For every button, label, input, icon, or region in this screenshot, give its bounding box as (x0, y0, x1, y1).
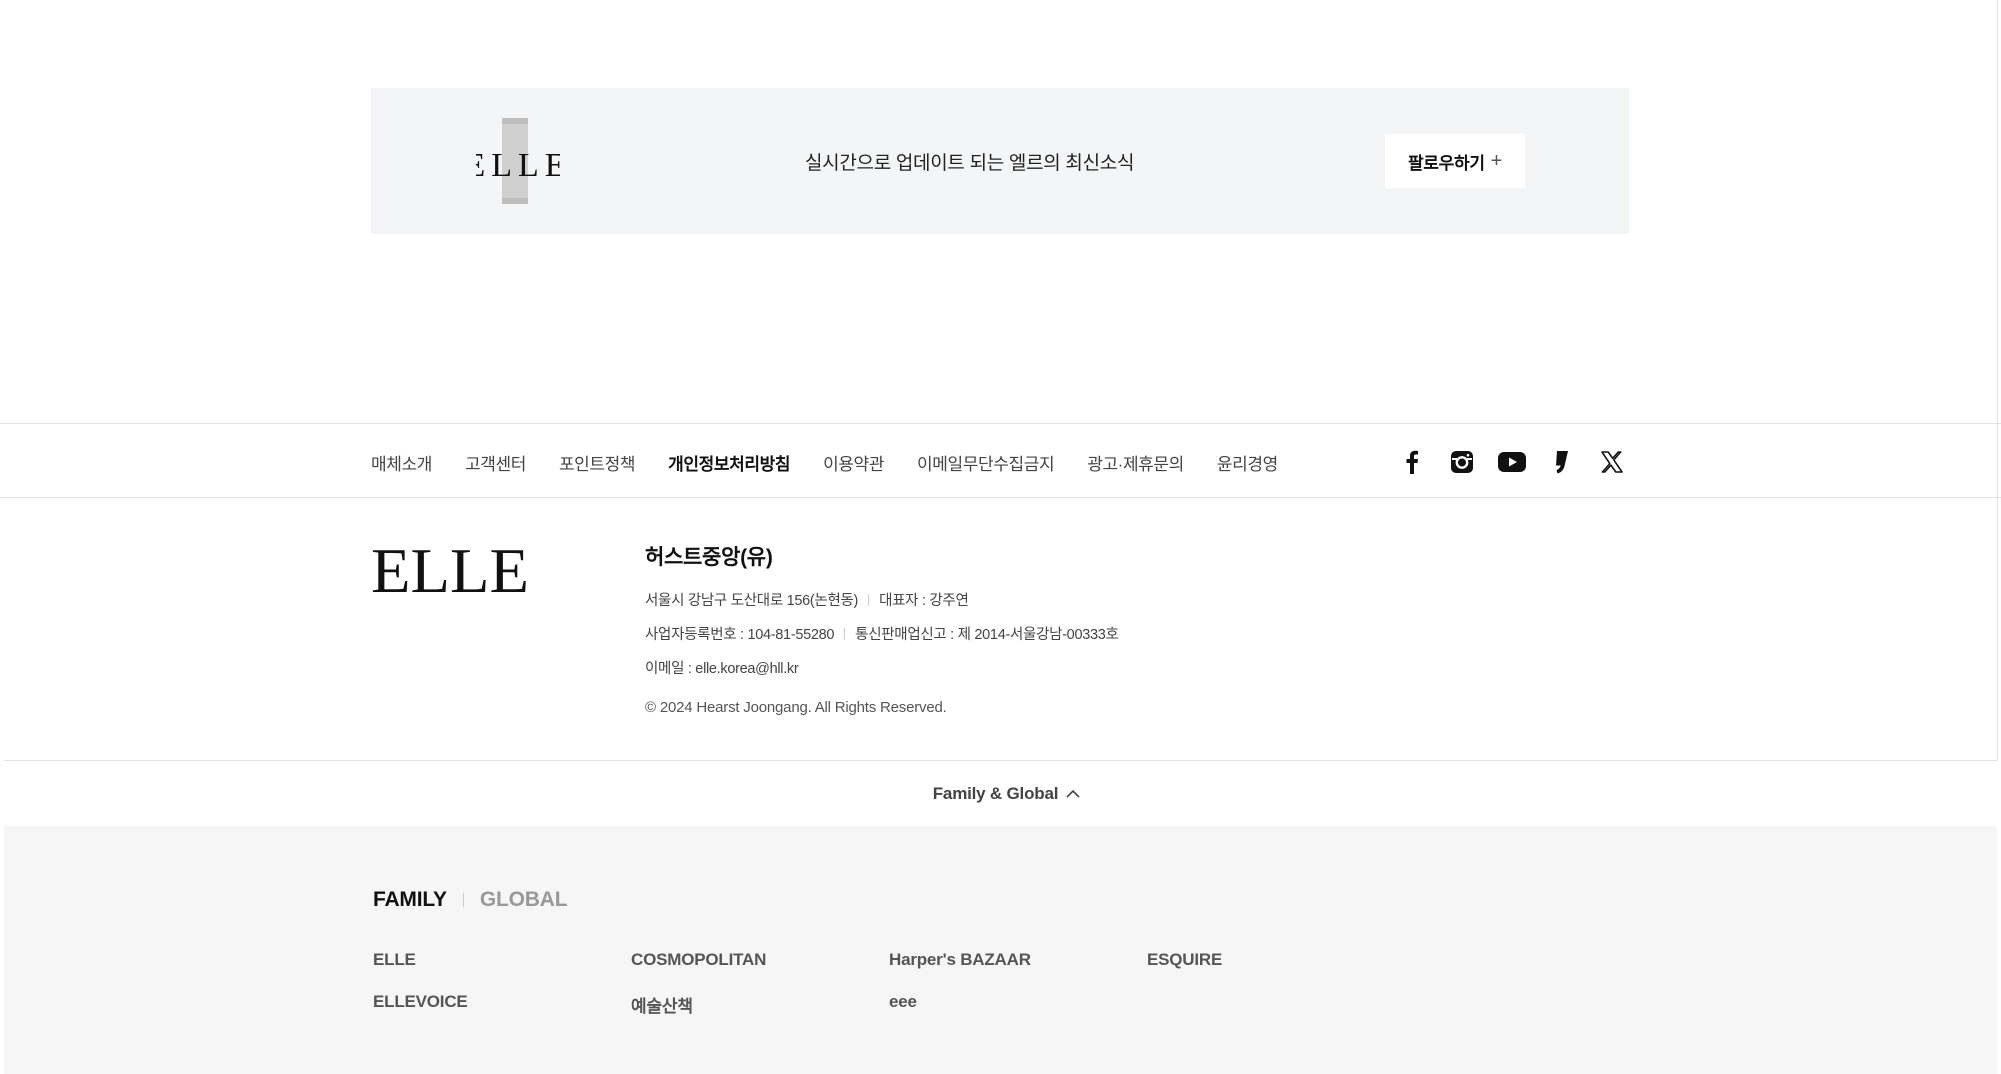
plus-icon: + (1490, 149, 1503, 172)
chevron-up-icon (1066, 789, 1080, 798)
family-link-art-walk[interactable]: 예술산책 (631, 992, 889, 1017)
footer-link-ethics[interactable]: 윤리경영 (1217, 450, 1278, 475)
company-address: 서울시 강남구 도산대로 156(논현동) (645, 593, 859, 609)
follow-banner: ELLE 실시간으로 업데이트 되는 엘르의 최신소식 팔로우하기 + (371, 88, 1629, 234)
page-right-border (1997, 0, 2001, 760)
business-number: 사업자등록번호 : 104-81-55280 (645, 627, 835, 643)
family-link-elle[interactable]: ELLE (373, 950, 631, 970)
company-address-line: 서울시 강남구 도산대로 156(논현동) 대표자 : 강주연 (645, 589, 1119, 610)
family-link-eee[interactable]: eee (889, 992, 1147, 1017)
tab-family[interactable]: FAMILY (373, 888, 447, 912)
follow-button[interactable]: 팔로우하기 + (1385, 134, 1525, 188)
x-twitter-icon[interactable] (1598, 448, 1626, 476)
footer-links: 매체소개 고객센터 포인트정책 개인정보처리방침 이용약관 이메일무단수집금지 … (371, 450, 1278, 475)
footer-link-media-intro[interactable]: 매체소개 (371, 450, 432, 475)
footer-nav: 매체소개 고객센터 포인트정책 개인정보처리방침 이용약관 이메일무단수집금지 … (0, 423, 2001, 498)
banner-message: 실시간으로 업데이트 되는 엘르의 최신소식 (805, 153, 1135, 174)
elle-banner-logo: ELLE (476, 118, 560, 204)
family-link-harpers-bazaar[interactable]: Harper's BAZAAR (889, 950, 1147, 970)
footer-link-customer-center[interactable]: 고객센터 (465, 450, 526, 475)
elle-footer-logo: ELLE (371, 538, 529, 596)
tab-divider (462, 893, 464, 907)
social-links (1398, 448, 1626, 476)
company-name: 허스트중앙(유) (645, 546, 773, 569)
mail-order-number: 통신판매업신고 : 제 2014-서울강남-00333호 (855, 627, 1119, 643)
tab-global[interactable]: GLOBAL (480, 888, 568, 912)
copyright: © 2024 Hearst Joongang. All Rights Reser… (645, 699, 947, 716)
facebook-icon[interactable] (1398, 448, 1426, 476)
follow-button-label: 팔로우하기 (1407, 153, 1485, 173)
instagram-icon[interactable] (1448, 448, 1476, 476)
footer-link-point-policy[interactable]: 포인트정책 (559, 450, 636, 475)
separator (868, 594, 870, 606)
company-email: 이메일 : elle.korea@hll.kr (645, 661, 799, 677)
naver-post-icon[interactable] (1548, 448, 1576, 476)
family-link-ellevoice[interactable]: ELLEVOICE (373, 992, 631, 1017)
footer-link-privacy-policy[interactable]: 개인정보처리방침 (668, 450, 790, 475)
company-info: 허스트중앙(유) 서울시 강남구 도산대로 156(논현동) 대표자 : 강주연 … (645, 541, 1119, 716)
family-tabs: FAMILY GLOBAL (373, 888, 568, 912)
separator (844, 628, 846, 640)
footer-link-ad-partnership[interactable]: 광고·제휴문의 (1087, 450, 1184, 475)
footer-link-email-policy[interactable]: 이메일무단수집금지 (917, 450, 1055, 475)
family-global-bar: Family & Global (4, 760, 1997, 826)
family-global-toggle[interactable]: Family & Global (921, 784, 1080, 804)
company-ceo: 대표자 : 강주연 (879, 593, 969, 609)
footer-logo-text: ELLE (371, 538, 529, 596)
family-link-cosmopolitan[interactable]: COSMOPOLITAN (631, 950, 889, 970)
family-link-esquire[interactable]: ESQUIRE (1147, 950, 1405, 970)
family-section: FAMILY GLOBAL ELLE COSMOPOLITAN Harper's… (4, 826, 1997, 1074)
family-global-label: Family & Global (932, 783, 1059, 803)
family-links: ELLE COSMOPOLITAN Harper's BAZAAR ESQUIR… (373, 950, 1405, 1017)
company-registration-line: 사업자등록번호 : 104-81-55280 통신판매업신고 : 제 2014-서… (645, 623, 1119, 644)
footer-link-terms[interactable]: 이용약관 (823, 450, 884, 475)
youtube-icon[interactable] (1498, 448, 1526, 476)
banner-logo-text: ELLE (476, 147, 560, 184)
